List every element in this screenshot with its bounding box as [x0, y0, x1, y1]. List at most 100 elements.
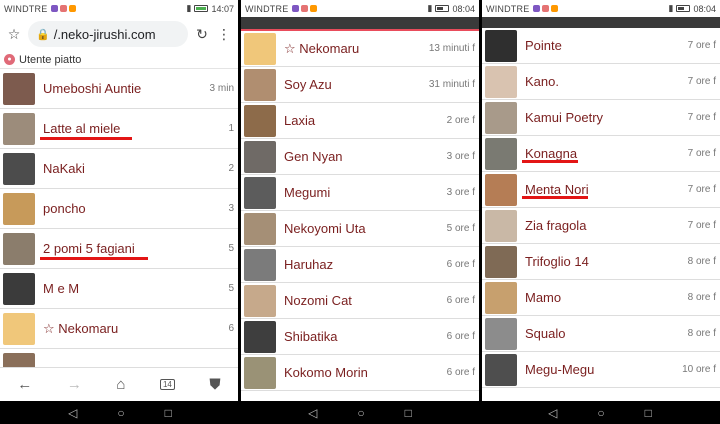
- nav-recents-icon[interactable]: □: [165, 406, 172, 420]
- avatar[interactable]: [244, 68, 276, 101]
- avatar[interactable]: [244, 176, 276, 209]
- user-name[interactable]: Shibatika: [284, 329, 337, 344]
- user-name[interactable]: Zia fragola: [525, 218, 586, 233]
- avatar[interactable]: [244, 104, 276, 137]
- avatar[interactable]: [244, 212, 276, 245]
- avatar[interactable]: [3, 192, 35, 225]
- user-name[interactable]: NaKaki: [43, 161, 85, 176]
- list-item[interactable]: Megu-Megu 10 ore f: [482, 352, 720, 388]
- nav-home-icon[interactable]: ○: [597, 406, 604, 420]
- reload-icon[interactable]: ↻: [194, 26, 210, 43]
- list-item[interactable]: NaKaki 2: [0, 149, 238, 189]
- avatar[interactable]: [3, 272, 35, 305]
- avatar[interactable]: [485, 353, 517, 386]
- avatar[interactable]: [244, 284, 276, 317]
- avatar[interactable]: [485, 65, 517, 98]
- avatar[interactable]: [3, 312, 35, 345]
- list-item[interactable]: M e M 5: [0, 269, 238, 309]
- home-icon[interactable]: ⌂: [116, 376, 125, 393]
- nav-home-icon[interactable]: ○: [357, 406, 364, 420]
- list-item[interactable]: Laxia 2 ore f: [241, 103, 479, 139]
- list-item[interactable]: Megumi 3 ore f: [241, 175, 479, 211]
- list-item[interactable]: Haruhaz 6 ore f: [241, 247, 479, 283]
- user-name[interactable]: 2 pomi 5 fagiani: [43, 241, 135, 256]
- list-item[interactable]: ☆ Nekomaru 6: [0, 309, 238, 349]
- avatar[interactable]: [485, 101, 517, 134]
- nav-recents-icon[interactable]: □: [645, 406, 652, 420]
- shield-icon[interactable]: ⛊: [209, 376, 220, 393]
- list-item[interactable]: ☆ Nekomaru 13 minuti f: [241, 31, 479, 67]
- nav-home-icon[interactable]: ○: [117, 406, 124, 420]
- url-field[interactable]: 🔒 /.neko-jirushi.com: [28, 21, 188, 47]
- list-item[interactable]: Gen Nyan 3 ore f: [241, 139, 479, 175]
- avatar[interactable]: [3, 152, 35, 185]
- list-item[interactable]: Kano. 7 ore f: [482, 64, 720, 100]
- user-name[interactable]: Mamo: [525, 290, 561, 305]
- nav-back-icon[interactable]: ◁: [308, 406, 317, 420]
- avatar[interactable]: [3, 72, 35, 105]
- nav-recents-icon[interactable]: □: [405, 406, 412, 420]
- star-icon[interactable]: ☆: [6, 26, 22, 43]
- list-item[interactable]: Trifoglio 14 8 ore f: [482, 244, 720, 280]
- list-item[interactable]: Kokomo Morin 6 ore f: [241, 355, 479, 391]
- list-item[interactable]: Pointe 7 ore f: [482, 28, 720, 64]
- user-name[interactable]: ☆ Nekomaru: [43, 321, 118, 337]
- list-item[interactable]: Zia fragola 7 ore f: [482, 208, 720, 244]
- user-name[interactable]: Kano.: [525, 74, 559, 89]
- user-name[interactable]: Umeboshi Auntie: [43, 81, 141, 96]
- user-name[interactable]: ☆ Nekomaru: [284, 41, 359, 57]
- user-name[interactable]: Soy Azu: [284, 77, 332, 92]
- avatar[interactable]: [244, 32, 276, 65]
- forward-icon[interactable]: →: [67, 376, 82, 393]
- user-name[interactable]: Trifoglio 14: [525, 254, 589, 269]
- avatar[interactable]: [485, 245, 517, 278]
- tabs-icon[interactable]: 14: [159, 379, 175, 390]
- user-name[interactable]: Konagna: [525, 146, 577, 161]
- list-item[interactable]: poncho 3: [0, 189, 238, 229]
- user-name[interactable]: Pointe: [525, 38, 562, 53]
- menu-icon[interactable]: ⋮: [216, 26, 232, 43]
- avatar[interactable]: [244, 248, 276, 281]
- user-name[interactable]: poncho: [43, 201, 86, 216]
- user-name[interactable]: Kokomo Morin: [284, 365, 368, 380]
- timestamp: 2: [228, 163, 234, 174]
- avatar[interactable]: [485, 281, 517, 314]
- nav-back-icon[interactable]: ◁: [548, 406, 557, 420]
- list-item[interactable]: Latte al miele 1: [0, 109, 238, 149]
- avatar[interactable]: [485, 137, 517, 170]
- user-name[interactable]: Latte al miele: [43, 121, 120, 136]
- user-name[interactable]: Menta Nori: [525, 182, 589, 197]
- list-item[interactable]: 2 pomi 5 fagiani 5: [0, 229, 238, 269]
- list-item[interactable]: Konagna 7 ore f: [482, 136, 720, 172]
- list-item[interactable]: Kamui Poetry 7 ore f: [482, 100, 720, 136]
- user-name[interactable]: Laxia: [284, 113, 315, 128]
- avatar[interactable]: [485, 173, 517, 206]
- back-icon[interactable]: ←: [17, 376, 32, 393]
- user-name[interactable]: Nekoyomi Uta: [284, 221, 366, 236]
- user-name[interactable]: Megu-Megu: [525, 362, 594, 377]
- user-name[interactable]: Nozomi Cat: [284, 293, 352, 308]
- avatar[interactable]: [244, 140, 276, 173]
- user-name[interactable]: Megumi: [284, 185, 330, 200]
- avatar[interactable]: [485, 317, 517, 350]
- user-name[interactable]: M e M: [43, 281, 79, 296]
- user-name[interactable]: Squalo: [525, 326, 565, 341]
- list-item[interactable]: Menta Nori 7 ore f: [482, 172, 720, 208]
- list-item[interactable]: Mamo 8 ore f: [482, 280, 720, 316]
- list-item[interactable]: Squalo 8 ore f: [482, 316, 720, 352]
- list-item[interactable]: Umeboshi Auntie 3 min: [0, 69, 238, 109]
- list-item[interactable]: Soy Azu 31 minuti f: [241, 67, 479, 103]
- avatar[interactable]: [485, 29, 517, 62]
- avatar[interactable]: [485, 209, 517, 242]
- avatar[interactable]: [3, 112, 35, 145]
- avatar[interactable]: [3, 232, 35, 265]
- user-name[interactable]: Kamui Poetry: [525, 110, 603, 125]
- list-item[interactable]: Nozomi Cat 6 ore f: [241, 283, 479, 319]
- avatar[interactable]: [244, 356, 276, 389]
- user-name[interactable]: Gen Nyan: [284, 149, 343, 164]
- avatar[interactable]: [244, 320, 276, 353]
- user-name[interactable]: Haruhaz: [284, 257, 333, 272]
- list-item[interactable]: Nekoyomi Uta 5 ore f: [241, 211, 479, 247]
- nav-back-icon[interactable]: ◁: [68, 406, 77, 420]
- list-item[interactable]: Shibatika 6 ore f: [241, 319, 479, 355]
